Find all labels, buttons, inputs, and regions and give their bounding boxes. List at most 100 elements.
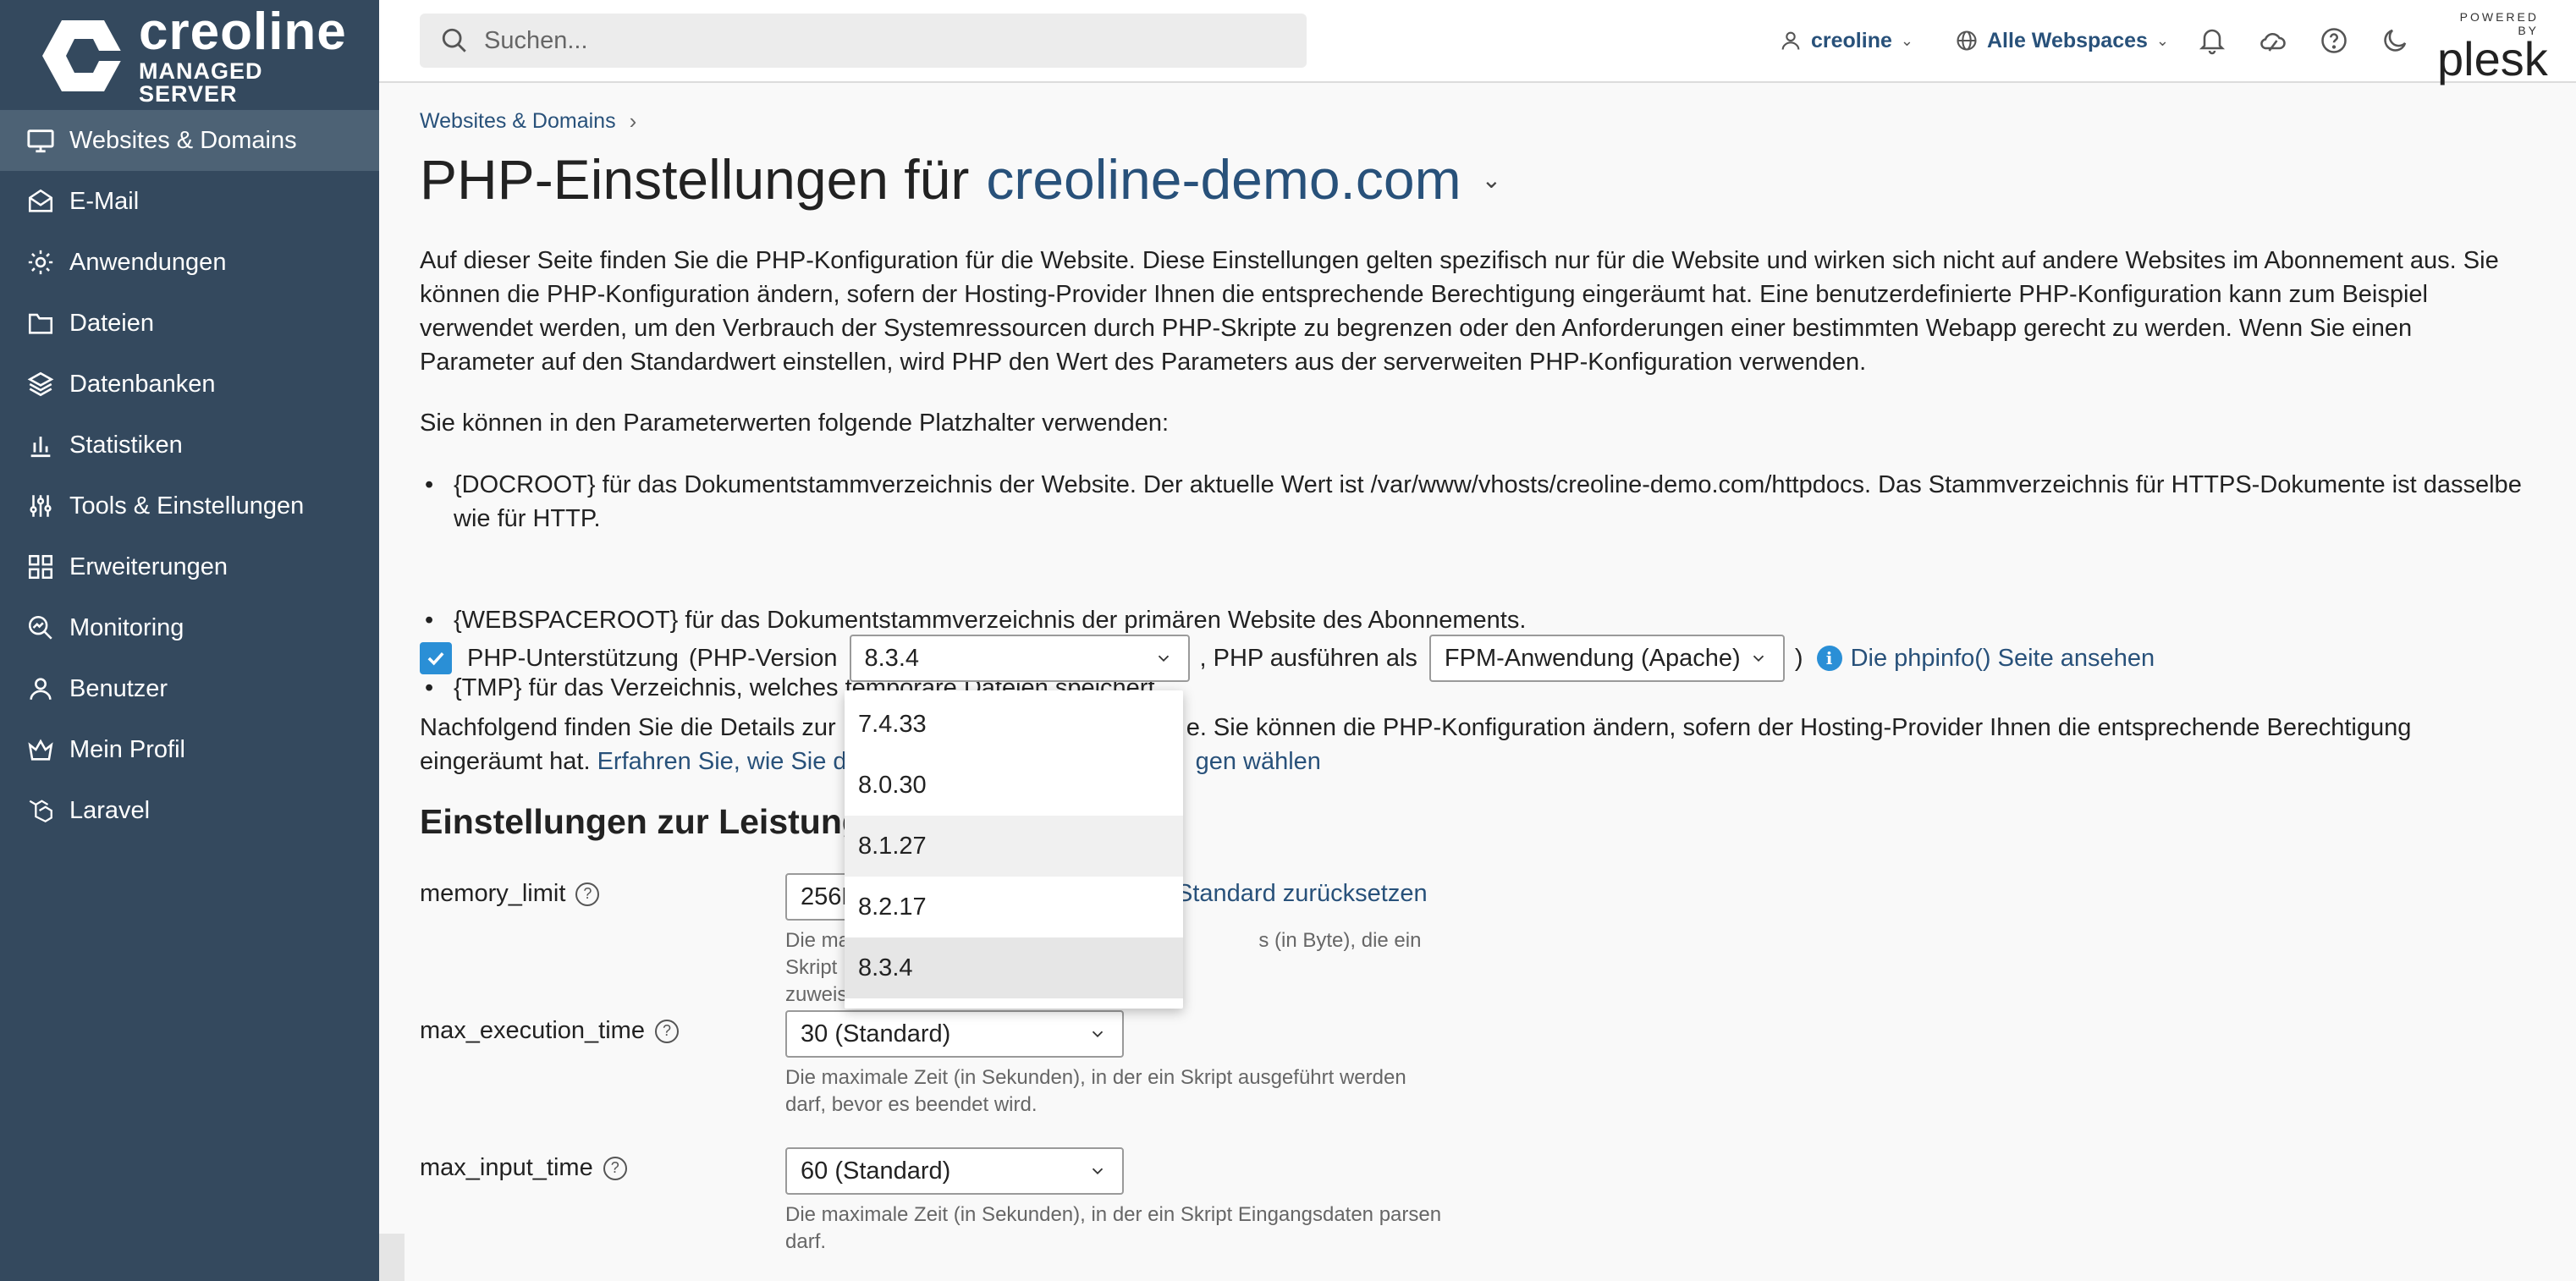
webspace-label: Alle Webspaces xyxy=(1987,28,2148,52)
sidebar-item-statistiken[interactable]: Statistiken xyxy=(0,415,379,476)
sidebar-item-label: Monitoring xyxy=(69,613,184,641)
sidebar-item-label: Statistiken xyxy=(69,431,183,459)
user-name: creoline xyxy=(1811,28,1892,52)
chevron-down-icon xyxy=(1092,1168,1104,1175)
max-input-time-value: 60 (Standard) xyxy=(801,1157,951,1185)
chevron-down-icon xyxy=(1158,655,1169,662)
chevron-down-icon: ⌄ xyxy=(1900,31,1913,49)
help-icon[interactable] xyxy=(2319,25,2349,56)
chevron-down-icon xyxy=(1753,655,1764,662)
php-support-row: PHP-Unterstützung (PHP-Version 8.3.4 , P… xyxy=(420,635,2155,682)
php-version-option[interactable]: 8.0.30 xyxy=(845,755,1183,816)
php-handler-value: FPM-Anwendung (Apache) xyxy=(1444,644,1741,672)
php-run-as-label: , PHP ausführen als xyxy=(1199,644,1417,672)
placeholder-list: {DOCROOT} für das Dokumentstammverzeichn… xyxy=(420,468,2527,705)
user-icon xyxy=(25,673,56,704)
info-icon: i xyxy=(1816,646,1842,671)
notifications-icon[interactable] xyxy=(2197,25,2227,56)
sidebar-item-websites-domains[interactable]: Websites & Domains xyxy=(0,110,379,171)
folder-icon xyxy=(25,308,56,338)
setting-label-max-execution-time: max_execution_time ? xyxy=(420,1017,679,1045)
user-icon xyxy=(1781,31,1800,50)
plesk-logo: POWERED BY plesk xyxy=(2437,10,2548,83)
max-execution-time-hint: Die maximale Zeit (in Sekunden), in der … xyxy=(785,1066,1406,1116)
laravel-icon xyxy=(25,795,56,826)
sidebar-item-label: Tools & Einstellungen xyxy=(69,492,305,520)
sidebar-item-label: Mein Profil xyxy=(69,735,185,763)
list-item: {DOCROOT} für das Dokumentstammverzeichn… xyxy=(420,468,2527,536)
setting-label-max-input-time: max_input_time ? xyxy=(420,1154,627,1182)
setting-name: memory_limit xyxy=(420,880,566,907)
chevron-down-icon[interactable]: ⌄ xyxy=(1482,166,1501,194)
sidebar-item-anwendungen[interactable]: Anwendungen xyxy=(0,232,379,293)
sidebar-item-erweiterungen[interactable]: Erweiterungen xyxy=(0,536,379,597)
php-version-dropdown: 7.4.33 8.0.30 8.1.27 8.2.17 8.3.4 xyxy=(845,690,1183,1009)
help-icon[interactable]: ? xyxy=(575,882,600,906)
webspace-menu[interactable]: Alle Webspaces ⌄ xyxy=(1955,24,2169,58)
cloud-icon[interactable] xyxy=(2258,25,2288,56)
sidebar: creoline MANAGED SERVER Websites & Domai… xyxy=(0,0,379,1281)
user-menu[interactable]: creoline ⌄ xyxy=(1779,24,1913,58)
max-execution-time-value: 30 (Standard) xyxy=(801,1020,951,1047)
placeholders-intro: Sie können in den Parameterwerten folgen… xyxy=(420,410,1170,437)
reset-default-link[interactable]: Standard zurücksetzen xyxy=(1176,880,1428,908)
php-support-checkbox[interactable] xyxy=(420,642,452,674)
logo-name: creoline xyxy=(139,3,347,61)
memory-limit-input[interactable]: 256M xyxy=(785,873,853,921)
search-box[interactable] xyxy=(420,14,1307,68)
page-title: PHP-Einstellungen für creoline-demo.com … xyxy=(420,147,1501,212)
php-version-option[interactable]: 8.3.4 xyxy=(845,937,1183,998)
sidebar-item-laravel[interactable]: Laravel xyxy=(0,780,379,841)
top-header: creoline ⌄ Alle Webspaces ⌄ POWERED BY p… xyxy=(379,0,2576,83)
max-input-time-hint: Die maximale Zeit (in Sekunden), in der … xyxy=(785,1203,1442,1253)
php-version-option[interactable]: 8.2.17 xyxy=(845,877,1183,937)
learn-more-link-a: Erfahren Sie, wie Sie d xyxy=(597,748,847,775)
profile-icon xyxy=(25,734,56,765)
creoline-logo-icon xyxy=(42,20,125,91)
sidebar-item-benutzer[interactable]: Benutzer xyxy=(0,658,379,719)
phpinfo-link[interactable]: Die phpinfo() Seite ansehen xyxy=(1851,645,2155,673)
search-input[interactable] xyxy=(484,26,1246,55)
sidebar-scroll-handle[interactable] xyxy=(379,1234,405,1281)
details-text-b: e. Sie können die PHP-Konfiguration ände… xyxy=(1186,714,2412,741)
breadcrumb-websites-domains[interactable]: Websites & Domains xyxy=(420,109,616,134)
chevron-right-icon: › xyxy=(629,108,637,134)
sliders-icon xyxy=(25,491,56,521)
sidebar-item-label: Erweiterungen xyxy=(69,553,228,580)
sidebar-nav: Websites & Domains E-Mail Anwendungen Da… xyxy=(0,110,379,841)
memory-limit-value: 256M xyxy=(801,882,848,910)
grid-icon xyxy=(25,552,56,582)
creoline-logo[interactable]: creoline MANAGED SERVER xyxy=(41,6,362,106)
php-handler-select[interactable]: FPM-Anwendung (Apache) xyxy=(1428,635,1785,682)
details-text-c: eingeräumt hat. xyxy=(420,748,591,775)
php-version-select[interactable]: 8.3.4 xyxy=(849,635,1190,682)
details-text-a: Nachfolgend finden Sie die Details zur xyxy=(420,714,836,741)
max-execution-time-select[interactable]: 30 (Standard) xyxy=(785,1010,1124,1058)
php-support-label: PHP-Unterstützung xyxy=(467,644,679,672)
logo-subtitle: MANAGED SERVER xyxy=(139,58,263,107)
sidebar-item-dateien[interactable]: Dateien xyxy=(0,293,379,354)
max-input-time-select[interactable]: 60 (Standard) xyxy=(785,1147,1124,1195)
details-text: Nachfolgend finden Sie die Details zur e.… xyxy=(420,711,2527,778)
sidebar-item-label: Websites & Domains xyxy=(69,126,297,154)
globe-icon xyxy=(1957,30,1977,51)
plesk-name: plesk xyxy=(2437,32,2548,85)
sidebar-item-tools-einstellungen[interactable]: Tools & Einstellungen xyxy=(0,476,379,536)
chevron-down-icon xyxy=(1092,1031,1104,1038)
bar-chart-icon xyxy=(25,430,56,460)
domain-switcher[interactable]: creoline-demo.com xyxy=(986,147,1461,212)
help-icon[interactable]: ? xyxy=(603,1156,627,1180)
dark-mode-icon[interactable] xyxy=(2380,25,2410,56)
php-version-option[interactable]: 8.1.27 xyxy=(845,816,1183,877)
sidebar-item-email[interactable]: E-Mail xyxy=(0,171,379,232)
breadcrumb: Websites & Domains › xyxy=(420,108,636,135)
sidebar-item-mein-profil[interactable]: Mein Profil xyxy=(0,719,379,780)
php-version-option[interactable]: 7.4.33 xyxy=(845,694,1183,755)
intro-text: Auf dieser Seite finden Sie die PHP-Konf… xyxy=(420,247,2499,376)
sidebar-item-label: Benutzer xyxy=(69,674,168,702)
setting-name: max_input_time xyxy=(420,1154,593,1181)
sidebar-item-datenbanken[interactable]: Datenbanken xyxy=(0,354,379,415)
magnifier-chart-icon xyxy=(25,613,56,643)
sidebar-item-monitoring[interactable]: Monitoring xyxy=(0,597,379,658)
help-icon[interactable]: ? xyxy=(654,1019,679,1043)
